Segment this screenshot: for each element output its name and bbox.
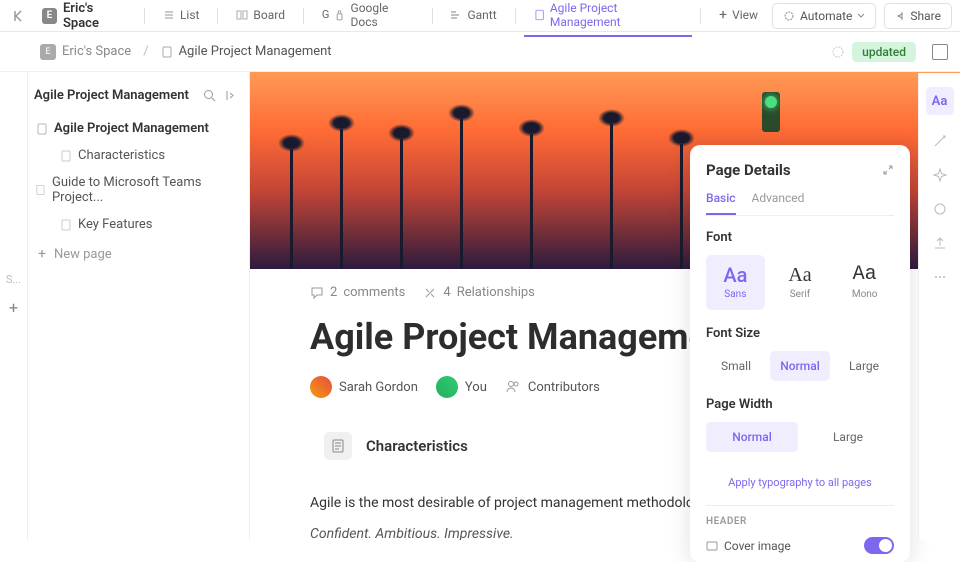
breadcrumb-space-avatar: E [40,44,56,60]
avatar [436,376,458,398]
add-view-button[interactable]: + View [709,1,768,31]
collapse-sidebar-button[interactable] [8,5,30,27]
panel-tab-advanced[interactable]: Advanced [752,191,805,215]
comment-icon [310,286,324,300]
size-small-option[interactable]: Small [706,351,766,381]
doc-icon [35,184,46,196]
font-mono-option[interactable]: Aa Mono [835,255,894,310]
export-icon[interactable] [932,235,948,251]
breadcrumb-bar: E Eric's Space / Agile Project Managemen… [0,32,960,72]
layout-toggle-button[interactable] [932,44,948,60]
breadcrumb-space[interactable]: Eric's Space [62,44,131,59]
tree-item-teams-guide[interactable]: Guide to Microsoft Teams Project... [0,169,249,211]
right-rail: Aa [918,73,960,540]
cover-image-label: Cover image [724,539,791,553]
sparkle-icon[interactable] [932,167,948,183]
new-page-button[interactable]: + New page [0,238,249,270]
tree-item-key-features[interactable]: Key Features [0,211,249,238]
width-normal-option[interactable]: Normal [706,422,798,452]
tab-gantt[interactable]: Gantt [440,2,506,30]
doc-icon [36,123,48,135]
space-name: Eric's Space [63,1,128,31]
automate-button[interactable]: Automate [772,3,876,29]
contributors-button[interactable]: Contributors [505,379,600,395]
header-section-label: HEADER [706,516,894,527]
more-icon[interactable] [932,269,948,285]
page-details-panel: Page Details Basic Advanced Font Aa Sans… [690,145,910,562]
comments-button[interactable]: 2 comments [310,285,405,300]
status-badge: updated [852,42,916,62]
rail-item[interactable]: S... [6,273,21,286]
tab-board[interactable]: Board [226,2,295,30]
space-chip[interactable]: E Eric's Space [34,0,136,35]
tab-google-docs[interactable]: G Google Docs [312,0,424,37]
top-toolbar: E Eric's Space List Board G Google Docs … [0,0,960,32]
size-normal-option[interactable]: Normal [770,351,830,381]
space-avatar: E [42,8,57,24]
typography-rail-button[interactable]: Aa [926,87,954,115]
author-you[interactable]: You [436,376,487,398]
share-button[interactable]: Share [884,3,952,29]
doc-icon [60,150,72,162]
chevron-down-icon [857,12,865,20]
tab-agile-doc[interactable]: Agile Project Management [524,0,693,37]
breadcrumb-page[interactable]: Agile Project Management [179,44,332,59]
tab-list[interactable]: List [153,2,210,30]
add-item-button[interactable]: + [9,298,18,317]
author-sarah[interactable]: Sarah Gordon [310,376,418,398]
image-icon [706,540,718,552]
sync-icon [830,44,846,60]
people-icon [505,379,521,395]
apply-typography-link[interactable]: Apply typography to all pages [706,468,894,497]
avatar [310,376,332,398]
font-sans-option[interactable]: Aa Sans [706,255,765,310]
doc-icon [161,46,173,58]
subpage-characteristics[interactable]: Characteristics [310,422,482,470]
font-section-label: Font [706,230,894,245]
expand-panel-button[interactable] [882,164,894,176]
doc-icon [324,432,352,460]
relationship-icon [423,286,437,300]
search-icon[interactable] [203,89,216,102]
panel-tab-basic[interactable]: Basic [706,191,736,215]
chat-icon[interactable] [932,201,948,217]
relationships-button[interactable]: 4 Relationships [423,285,535,300]
page-tree-sidebar: Agile Project Management Agile Project M… [0,72,250,540]
far-left-rail: S... + [0,73,28,540]
panel-title: Page Details [706,161,791,179]
font-size-label: Font Size [706,326,894,341]
doc-icon [60,219,72,231]
size-large-option[interactable]: Large [834,351,894,381]
collapse-tree-icon[interactable] [224,89,237,102]
magic-wand-icon[interactable] [932,133,948,149]
sidebar-title: Agile Project Management [34,88,195,103]
tree-item-characteristics[interactable]: Characteristics [0,142,249,169]
width-large-option[interactable]: Large [802,422,894,452]
font-serif-option[interactable]: Aa Serif [771,255,830,310]
page-width-label: Page Width [706,397,894,412]
tree-item-agile[interactable]: Agile Project Management [0,115,249,142]
